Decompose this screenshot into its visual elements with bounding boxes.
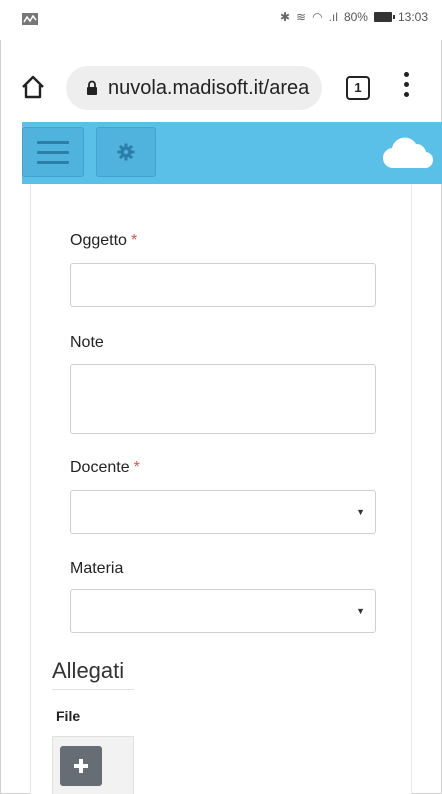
chevron-down-icon: ▼: [356, 606, 365, 616]
menu-dots-icon[interactable]: [402, 72, 410, 102]
oggetto-label: Oggetto *: [70, 232, 138, 249]
tabs-icon[interactable]: 1: [346, 76, 370, 100]
app-header: [22, 122, 442, 184]
oggetto-input[interactable]: [70, 263, 376, 307]
chevron-down-icon: ▼: [356, 507, 365, 517]
gear-icon: [117, 143, 135, 161]
url-bar[interactable]: nuvola.madisoft.it/area: [66, 66, 322, 110]
file-label: File: [56, 708, 81, 724]
note-textarea[interactable]: [70, 364, 376, 434]
settings-button[interactable]: [96, 127, 156, 177]
cloud-icon: [382, 137, 434, 169]
note-label: Note: [70, 334, 104, 351]
section-divider: [52, 689, 134, 690]
vibrate-icon: ≋: [296, 10, 307, 24]
status-right: ✱ ≋ ◠ .ıl 80% 13:03: [280, 10, 428, 24]
battery-icon: [373, 12, 395, 22]
materia-select[interactable]: ▼: [70, 589, 376, 633]
allegati-title: Allegati: [52, 658, 125, 683]
browser-toolbar: nuvola.madisoft.it/area 1: [0, 62, 442, 118]
status-bar: ✱ ≋ ◠ .ıl 80% 13:03: [0, 0, 442, 40]
bluetooth-icon: ✱: [279, 10, 291, 24]
add-file-button[interactable]: [60, 746, 102, 786]
cell-signal-icon: .ıl: [328, 10, 338, 24]
hamburger-icon: [37, 141, 69, 144]
url-text: nuvola.madisoft.it/area: [108, 77, 310, 99]
battery-percent: 80%: [343, 10, 368, 24]
lock-icon: [87, 80, 97, 95]
hamburger-menu-button[interactable]: [22, 127, 84, 177]
wifi-icon: ◠: [312, 10, 323, 24]
clock: 13:03: [397, 10, 428, 24]
docente-select[interactable]: ▼: [70, 490, 376, 534]
materia-label: Materia: [70, 560, 124, 577]
docente-label: Docente *: [70, 459, 140, 476]
signal-icon: [22, 13, 38, 25]
home-icon[interactable]: [20, 74, 46, 100]
